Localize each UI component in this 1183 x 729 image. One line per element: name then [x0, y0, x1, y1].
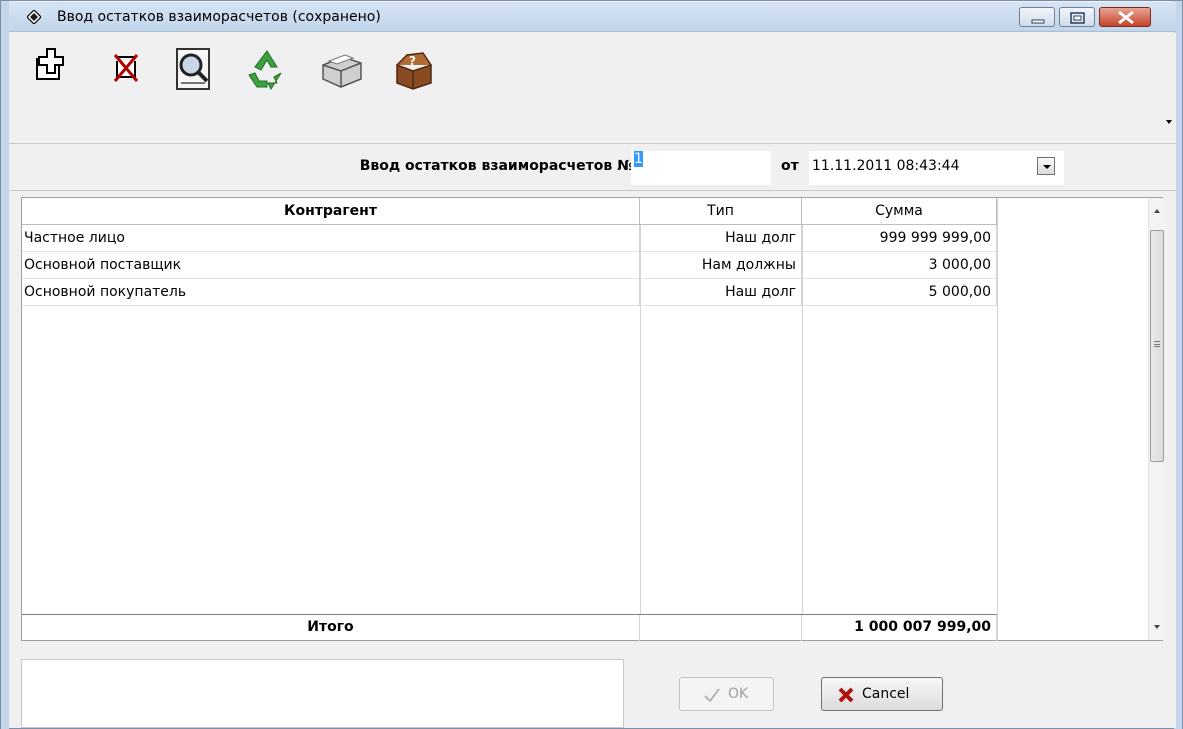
total-sum: 1 000 007 999,00 [802, 615, 997, 641]
print-button[interactable] [315, 43, 367, 95]
cell-sum[interactable]: 5 000,00 [802, 279, 997, 306]
ok-button[interactable]: OK [679, 677, 774, 711]
window-border-left [1, 1, 9, 729]
document-header: Ввод остатков взаиморасчетов № 1 от 11.1… [9, 143, 1176, 191]
magnifier-document-icon [176, 48, 210, 90]
comment-field[interactable] [21, 659, 624, 728]
add-document-icon [36, 48, 64, 80]
printer-icon [322, 54, 362, 88]
scroll-down-icon[interactable] [1152, 622, 1162, 632]
delete-button[interactable] [101, 43, 153, 95]
table-row[interactable]: Частное лицо Наш долг 999 999 999,00 [22, 225, 997, 252]
document-label: Ввод остатков взаиморасчетов № [359, 158, 634, 174]
vertical-scrollbar[interactable] [1148, 198, 1164, 640]
help-box-icon: ? [396, 52, 432, 90]
help-button[interactable]: ? [387, 43, 439, 95]
maximize-icon [1070, 12, 1085, 24]
balances-grid[interactable]: Контрагент Тип Сумма Частное лицо Наш до… [21, 197, 1164, 641]
delete-icon [113, 54, 139, 82]
cell-counterparty[interactable]: Основной поставщик [22, 252, 640, 279]
toolbar: ? [9, 33, 1176, 137]
cell-type[interactable]: Наш долг [640, 279, 802, 306]
window-title: Ввод остатков взаиморасчетов (сохранено) [57, 9, 381, 25]
cell-counterparty[interactable]: Основной покупатель [22, 279, 640, 306]
refresh-button[interactable] [241, 43, 293, 95]
scrollbar-grip [1154, 341, 1160, 347]
chevron-down-icon [1043, 165, 1051, 169]
ok-label: OK [728, 686, 749, 702]
minimize-button[interactable] [1019, 7, 1055, 27]
total-type [640, 615, 802, 641]
title-bar[interactable]: Ввод остатков взаиморасчетов (сохранено) [9, 2, 1176, 32]
scroll-up-icon[interactable] [1152, 206, 1162, 216]
close-icon [1118, 10, 1134, 25]
minimize-icon [1031, 19, 1045, 24]
document-number-value: 1 [634, 151, 643, 167]
bottom-panel: OK Cancel [9, 649, 1176, 728]
column-header-sum[interactable]: Сумма [802, 198, 997, 225]
window-body: ? Ввод остатков взаиморасчетов № 1 от 11… [9, 33, 1176, 728]
add-button[interactable] [23, 43, 75, 95]
cancel-label: Cancel [862, 686, 910, 702]
date-from-label: от [781, 158, 799, 174]
document-number-input[interactable]: 1 [631, 151, 771, 185]
column-divider [997, 198, 998, 640]
cell-sum[interactable]: 3 000,00 [802, 252, 997, 279]
total-label: Итого [22, 615, 640, 641]
date-input[interactable]: 11.11.2011 08:43:44 [809, 151, 1064, 185]
table-row[interactable]: Основной покупатель Наш долг 5 000,00 [22, 279, 997, 306]
cancel-button[interactable]: Cancel [821, 677, 943, 711]
grid-body: Контрагент Тип Сумма Частное лицо Наш до… [22, 198, 1148, 641]
close-button[interactable] [1099, 7, 1151, 27]
svg-text:?: ? [409, 54, 416, 68]
recycle-icon [248, 50, 282, 91]
date-dropdown-button[interactable] [1037, 157, 1055, 175]
main-window: Ввод остатков взаиморасчетов (сохранено) [0, 0, 1183, 729]
maximize-button[interactable] [1059, 7, 1095, 27]
total-row: Итого 1 000 007 999,00 [22, 614, 997, 641]
column-header-type[interactable]: Тип [640, 198, 802, 225]
cell-type[interactable]: Нам должны [640, 252, 802, 279]
checkmark-icon [704, 688, 720, 703]
cell-type[interactable]: Наш долг [640, 225, 802, 252]
scrollbar-thumb[interactable] [1150, 230, 1164, 462]
cell-counterparty[interactable]: Частное лицо [22, 225, 640, 252]
chevron-down-icon[interactable] [1162, 115, 1176, 129]
cell-sum[interactable]: 999 999 999,00 [802, 225, 997, 252]
table-row[interactable]: Основной поставщик Нам должны 3 000,00 [22, 252, 997, 279]
preview-button[interactable] [169, 43, 221, 95]
app-diamond-icon [27, 10, 41, 24]
column-header-counterparty[interactable]: Контрагент [22, 198, 640, 225]
cancel-x-icon [838, 687, 854, 703]
date-value: 11.11.2011 08:43:44 [812, 158, 960, 174]
